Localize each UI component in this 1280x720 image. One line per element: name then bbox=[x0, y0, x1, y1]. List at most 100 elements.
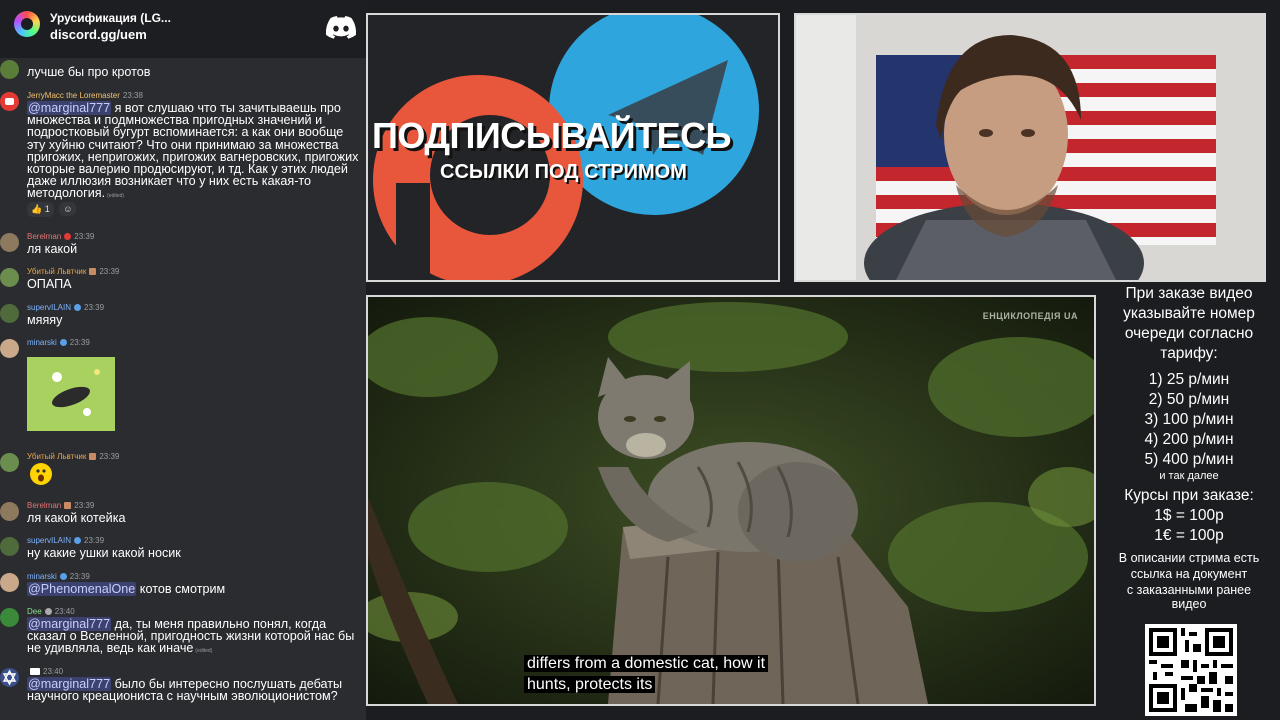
username[interactable]: Berelman 23:39 bbox=[27, 232, 94, 241]
surprised-emoji-icon bbox=[30, 463, 52, 485]
badge-icon bbox=[74, 304, 82, 311]
avatar bbox=[0, 502, 19, 521]
rates-title: Курсы при заказе: bbox=[1124, 487, 1254, 504]
message-text: @marginal777 да, ты меня правильно понял… bbox=[27, 617, 364, 658]
username[interactable]: supervILAIN 23:39 bbox=[27, 536, 104, 545]
webcam-feed bbox=[796, 15, 1264, 280]
badge-icon bbox=[44, 608, 52, 615]
promo-title: ПОДПИСЫВАЙТЕСЬ bbox=[372, 115, 732, 156]
avatar bbox=[0, 60, 19, 79]
timestamp: 23:39 bbox=[99, 267, 120, 276]
badge-icon bbox=[74, 537, 82, 544]
timestamp: 23:39 bbox=[74, 501, 95, 510]
discord-logo-icon bbox=[326, 16, 356, 39]
avatar bbox=[0, 537, 19, 556]
username-text: minarski bbox=[27, 572, 57, 581]
avatar bbox=[0, 268, 19, 287]
username-text: Убитый Львтчик bbox=[27, 267, 87, 276]
description-note: В описании стрима есть bbox=[1118, 551, 1260, 565]
rate-usd: 1$ = 100р bbox=[1154, 507, 1224, 524]
emoji-icon: ☺ bbox=[63, 204, 73, 214]
username[interactable]: supervILAIN 23:39 bbox=[27, 303, 104, 312]
username-text: Berelman bbox=[27, 501, 62, 510]
timestamp: 23:39 bbox=[69, 338, 90, 347]
tariff-item: 5) 400 р/мин bbox=[1144, 451, 1234, 468]
avatar bbox=[0, 233, 19, 252]
qr-code-icon bbox=[1145, 624, 1237, 716]
tariff-item: 2) 50 р/мин bbox=[1148, 391, 1230, 408]
message-text: ОПАПА bbox=[27, 277, 72, 291]
username-text: supervILAIN bbox=[27, 303, 72, 312]
invite-link[interactable]: discord.gg/uem bbox=[50, 27, 147, 42]
username[interactable]: JerryMacc the Loremaster 23:38 bbox=[27, 91, 143, 100]
message-text: мяяяу bbox=[27, 313, 63, 327]
video-captions: differs from a domestic cat, how it hunt… bbox=[524, 653, 769, 695]
tariff-item: 3) 100 р/мин bbox=[1144, 411, 1234, 428]
message-text: ля какой bbox=[27, 242, 78, 256]
timestamp: 23:39 bbox=[69, 572, 90, 581]
video-frame bbox=[368, 297, 1094, 704]
username[interactable]: minarski 23:39 bbox=[27, 572, 90, 581]
server-header: Урусификация (LG... discord.gg/uem bbox=[0, 0, 366, 58]
avatar bbox=[0, 339, 19, 358]
message-body: я вот слушаю что ты зачитываешь про множ… bbox=[27, 101, 359, 201]
message-list[interactable]: лучше бы про кротов JerryMacc the Lorema… bbox=[0, 0, 366, 720]
badge-icon bbox=[89, 268, 97, 275]
username[interactable]: Убитый Львтчик 23:39 bbox=[27, 452, 119, 461]
main-video-player[interactable]: ЕНЦИКЛОПЕДІЯ UA differs from a domestic … bbox=[366, 295, 1096, 706]
badge-icon bbox=[59, 573, 67, 580]
message-text: @marginal777 было бы интересно послушать… bbox=[27, 677, 364, 703]
badge-icon bbox=[59, 339, 67, 346]
timestamp: 23:39 bbox=[99, 452, 120, 461]
edited-label: (edited) bbox=[107, 193, 125, 200]
username[interactable]: Berelman 23:39 bbox=[27, 501, 94, 510]
username-text: Dee bbox=[27, 607, 42, 616]
message-text: @marginal777 я вот слушаю что ты зачитыв… bbox=[27, 101, 364, 203]
reaction-pill[interactable]: 👍 1 bbox=[27, 202, 54, 217]
reaction-bar: 👍 1 ☺ bbox=[27, 202, 79, 218]
webcam-panel bbox=[794, 13, 1266, 282]
promo-subtitle: ССЫЛКИ ПОД СТРИМОМ bbox=[440, 161, 687, 183]
username-text: Berelman bbox=[27, 232, 62, 241]
and-more-note: и так далее bbox=[1159, 470, 1219, 482]
tariff-item: 1) 25 р/мин bbox=[1148, 371, 1230, 388]
username[interactable]: 23:40 bbox=[27, 667, 63, 676]
server-icon[interactable] bbox=[14, 11, 40, 37]
flag-icon bbox=[30, 668, 40, 675]
username[interactable]: Убитый Львтчик 23:39 bbox=[27, 267, 119, 276]
mention[interactable]: @PhenomenalOne bbox=[27, 582, 137, 596]
add-reaction-button[interactable]: ☺ bbox=[59, 202, 77, 216]
order-note-line: При заказе видео bbox=[1125, 285, 1253, 302]
username-text: JerryMacc the Loremaster bbox=[27, 91, 120, 100]
username-text: Убитый Львтчик bbox=[27, 452, 87, 461]
badge-icon bbox=[64, 502, 72, 509]
badge-icon bbox=[64, 233, 72, 240]
timestamp: 23:39 bbox=[84, 536, 105, 545]
username[interactable]: minarski 23:39 bbox=[27, 338, 90, 347]
username[interactable]: Dee 23:40 bbox=[27, 607, 75, 616]
server-name: Урусификация (LG... bbox=[50, 11, 171, 25]
attachment-image[interactable] bbox=[27, 357, 115, 431]
timestamp: 23:38 bbox=[122, 91, 143, 100]
message-text: лучше бы про кротов bbox=[27, 65, 151, 79]
avatar bbox=[0, 453, 19, 472]
edited-label: (edited) bbox=[195, 648, 213, 655]
avatar bbox=[0, 668, 19, 687]
avatar bbox=[0, 304, 19, 323]
caption-line-1: differs from a domestic cat, how it bbox=[524, 655, 769, 672]
rate-eur: 1€ = 100р bbox=[1154, 527, 1224, 544]
message-text: ну какие ушки какой носик bbox=[27, 546, 181, 560]
description-note: ссылка на документ bbox=[1130, 567, 1248, 581]
timestamp: 23:40 bbox=[43, 667, 64, 676]
badge-icon bbox=[89, 453, 97, 460]
timestamp: 23:39 bbox=[74, 232, 95, 241]
description-note: видео bbox=[1171, 597, 1207, 611]
timestamp: 23:40 bbox=[54, 607, 75, 616]
order-note-line: тарифу: bbox=[1160, 345, 1218, 362]
avatar bbox=[0, 92, 19, 111]
promo-panel: ПОДПИСЫВАЙТЕСЬ ССЫЛКИ ПОД СТРИМОМ bbox=[366, 13, 780, 282]
caption-line-2: hunts, protects its bbox=[524, 676, 656, 693]
username-text: minarski bbox=[27, 338, 57, 347]
avatar bbox=[0, 573, 19, 592]
timestamp: 23:39 bbox=[84, 303, 105, 312]
